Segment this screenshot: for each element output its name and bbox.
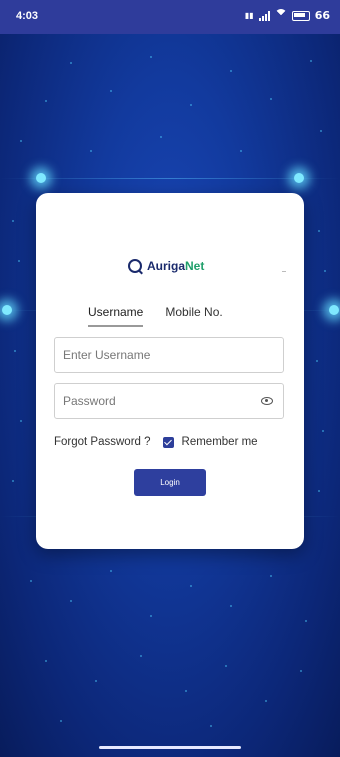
glow-dot	[36, 173, 46, 183]
glow-dot	[329, 305, 339, 315]
status-time: 4:03	[16, 10, 39, 22]
network-speed-icon: ▮▮	[244, 10, 254, 20]
battery-icon	[291, 10, 310, 21]
brand-logo: AurigaNet	[128, 259, 204, 273]
options-row: Forgot Password ? Remember me	[54, 436, 294, 448]
status-bar: 4:03 ▮▮ 66	[0, 0, 340, 34]
status-icons: ▮▮ 66	[245, 9, 330, 22]
brand-name: AurigaNet	[147, 259, 205, 273]
wifi-icon	[275, 11, 287, 21]
forgot-password-link[interactable]: Forgot Password ?	[54, 436, 151, 448]
glow-line	[0, 178, 340, 179]
username-field	[54, 337, 284, 373]
glow-dot	[294, 173, 304, 183]
tab-mobile-no[interactable]: Mobile No.	[165, 305, 222, 327]
password-input[interactable]	[55, 384, 261, 418]
divider	[282, 271, 286, 272]
home-indicator[interactable]	[99, 746, 241, 749]
show-password-icon[interactable]	[261, 397, 273, 405]
login-card: AurigaNet Username Mobile No. Forgot Pas…	[36, 193, 304, 549]
battery-level: 66	[314, 9, 330, 22]
tab-username[interactable]: Username	[88, 305, 144, 327]
logo-icon	[128, 259, 142, 273]
username-input[interactable]	[55, 338, 261, 372]
password-field	[54, 383, 284, 419]
remember-me-label: Remember me	[181, 436, 258, 448]
glow-dot	[2, 305, 12, 315]
login-button[interactable]: Login	[134, 469, 206, 496]
signal-icon	[258, 10, 270, 21]
remember-me-checkbox[interactable]	[162, 436, 174, 448]
login-method-tabs: Username Mobile No.	[88, 305, 223, 327]
